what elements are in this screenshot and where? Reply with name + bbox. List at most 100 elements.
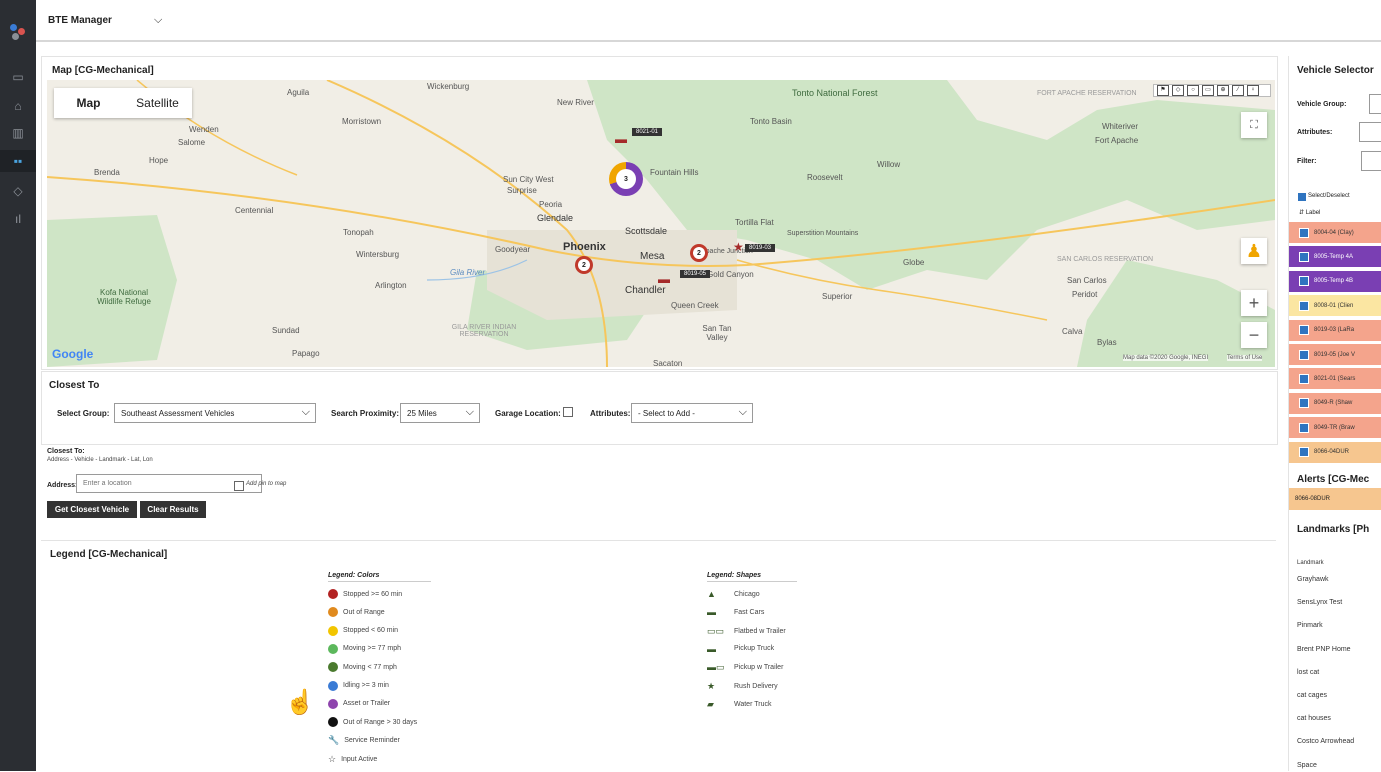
landmark-item[interactable]: SensLynx Test (1297, 599, 1342, 606)
legend-color-label: Out of Range > 30 days (343, 718, 418, 726)
map-label: San Carlos (1067, 276, 1107, 285)
vehicle-cluster-marker[interactable]: 3 (609, 162, 643, 196)
vehicle-cluster-marker[interactable]: 2 (575, 256, 593, 274)
zoom-in-button[interactable]: + (1241, 290, 1267, 316)
map-type-satellite-button[interactable]: Satellite (123, 88, 192, 118)
closest-to-title: Closest To (49, 380, 100, 391)
select-all-checkbox[interactable] (1297, 192, 1307, 202)
legend-shapes-heading: Legend: Shapes (707, 572, 797, 582)
map-terrain (47, 80, 1275, 367)
vehicle-checkbox[interactable] (1299, 300, 1309, 311)
map-type-map-button[interactable]: Map (54, 88, 123, 118)
map-label: Papago (292, 349, 320, 358)
closest-to-label: Closest To: (47, 448, 85, 455)
attributes-dropdown[interactable]: - Select to Add - ⌵ (631, 403, 753, 423)
dashboard-icon[interactable]: ▪▪ (0, 150, 36, 172)
vehicle-checkbox[interactable] (1299, 276, 1309, 287)
filter-input[interactable] (1361, 151, 1381, 171)
chevron-down-icon: ⌵ (465, 406, 474, 418)
get-closest-vehicle-button[interactable]: Get Closest Vehicle (47, 501, 137, 518)
vehicle-checkbox[interactable] (1299, 398, 1309, 409)
vehicle-checkbox[interactable] (1299, 349, 1309, 360)
vehicle-tag[interactable]: 8019-03 (745, 244, 776, 252)
vehicle-tag[interactable]: 8019-05 (680, 270, 711, 278)
vehicle-list-row[interactable]: 8019-05 (Joe V (1289, 344, 1381, 366)
vehicle-checkbox[interactable] (1299, 251, 1309, 262)
terms-link[interactable]: Terms of Use (1227, 355, 1263, 361)
map-label: Wenden (189, 125, 219, 134)
flag-tool-icon[interactable]: ⚑ (1157, 85, 1169, 96)
app-selector-label[interactable]: BTE Manager (48, 15, 112, 26)
polygon-tool-icon[interactable]: ◇ (1172, 85, 1184, 96)
vehicle-list-row[interactable]: 8049-TR (Braw (1289, 417, 1381, 440)
target-tool-icon[interactable]: ⊕ (1217, 85, 1229, 96)
closest-to-hint: Address - Vehicle - Landmark - Lat, Lon (47, 457, 153, 463)
landmark-item[interactable]: Space (1297, 762, 1317, 769)
line-tool-icon[interactable]: ⁄ (1232, 85, 1244, 96)
map-canvas[interactable]: Map Satellite ⚑ ◇ ○ ▭ ⊕ ⁄ ♀ ⛶ ♟ + − Wick… (47, 80, 1275, 367)
car-icon[interactable]: ▬ (615, 132, 627, 146)
landmark-item[interactable]: cat houses (1297, 715, 1331, 722)
search-proximity-dropdown[interactable]: 25 Miles ⌵ (400, 403, 480, 423)
garage-location-checkbox[interactable] (563, 407, 573, 417)
bulb-tool-icon[interactable]: ♀ (1247, 85, 1259, 96)
legend-color-item: ☆ Input Active (328, 754, 377, 765)
chevron-down-icon[interactable]: ⌵ (154, 14, 162, 27)
map-label: Sun City West (503, 175, 554, 184)
vehicle-group-dropdown[interactable] (1369, 94, 1381, 114)
map-label: SAN CARLOS RESERVATION (1057, 256, 1154, 263)
vehicle-cluster-marker[interactable]: 2 (690, 244, 708, 262)
vehicle-checkbox[interactable] (1299, 447, 1309, 458)
circle-tool-icon[interactable]: ○ (1187, 85, 1199, 96)
car-icon[interactable]: ▬ (658, 272, 670, 286)
map-label: Tonto Basin (750, 117, 792, 126)
vehicle-list-row[interactable]: 8005-Temp 4A (1289, 246, 1381, 269)
map-label: Wickenburg (427, 82, 470, 91)
vehicle-checkbox[interactable] (1299, 373, 1309, 384)
vehicle-checkbox[interactable] (1299, 227, 1309, 238)
landmark-item[interactable]: lost cat (1297, 669, 1319, 676)
clear-results-button[interactable]: Clear Results (140, 501, 206, 518)
chart-icon[interactable]: ıl (0, 208, 36, 230)
map-label: Fountain Hills (650, 168, 699, 177)
add-pin-label: Add pin to map (246, 481, 287, 487)
vehicle-tag[interactable]: 8021-01 (632, 128, 663, 136)
fullscreen-icon[interactable]: ⛶ (1241, 112, 1267, 138)
vehicle-list-row[interactable]: 8004-04 (Clay) (1289, 222, 1381, 244)
legend-shape-label: Water Truck (734, 700, 772, 708)
monitor-icon[interactable]: ▭ (0, 66, 36, 88)
legend-color-item: Asset or Trailer (328, 698, 390, 709)
pin-icon[interactable]: ◇ (0, 180, 36, 202)
landmark-item[interactable]: Pinmark (1297, 622, 1323, 629)
vehicle-checkbox[interactable] (1299, 422, 1309, 433)
vehicle-attributes-dropdown[interactable] (1359, 122, 1381, 142)
vehicle-checkbox[interactable] (1299, 325, 1309, 336)
landmark-item[interactable]: Costco Arrowhead (1297, 738, 1354, 745)
select-group-dropdown[interactable]: Southeast Assessment Vehicles ⌵ (114, 403, 316, 423)
landmark-item[interactable]: Brent PNP Home (1297, 646, 1351, 653)
vehicle-list-row[interactable]: 8005-Temp 4B (1289, 270, 1381, 293)
landmark-item[interactable]: cat cages (1297, 692, 1327, 699)
map-panel-title: Map [CG-Mechanical] (52, 65, 154, 76)
map-type-control: Map Satellite (54, 88, 192, 118)
vehicle-list-row[interactable]: 8008-01 (Clien (1289, 295, 1381, 318)
add-pin-checkbox[interactable] (234, 481, 244, 491)
rectangle-tool-icon[interactable]: ▭ (1202, 85, 1214, 96)
vehicle-list-row[interactable]: 8019-03 (LaRa (1289, 319, 1381, 342)
map-label: Kofa National Wildlife Refuge (97, 288, 151, 306)
label-column-header[interactable]: ⇵ Label (1299, 209, 1320, 216)
map-icon[interactable]: ▥ (0, 122, 36, 144)
star-icon[interactable]: ★ (733, 240, 744, 254)
vehicle-list-row[interactable]: 8066-04DUR (1289, 441, 1381, 464)
filter-label: Filter: (1297, 158, 1317, 165)
landmark-column-header[interactable]: Landmark (1297, 560, 1324, 566)
landmark-item[interactable]: Grayhawk (1297, 576, 1329, 583)
zoom-out-button[interactable]: − (1241, 322, 1267, 348)
alert-item[interactable]: 8066-08DUR (1289, 488, 1381, 510)
map-label: Glendale (537, 213, 574, 223)
vehicle-list-row[interactable]: 8021-01 (Sears (1289, 368, 1381, 391)
legend-color-item: 🔧 Service Reminder (328, 735, 400, 746)
home-icon[interactable]: ⌂ (0, 95, 36, 117)
pegman-icon[interactable]: ♟ (1241, 238, 1267, 264)
vehicle-list-row[interactable]: 8049-R (Shaw (1289, 392, 1381, 415)
